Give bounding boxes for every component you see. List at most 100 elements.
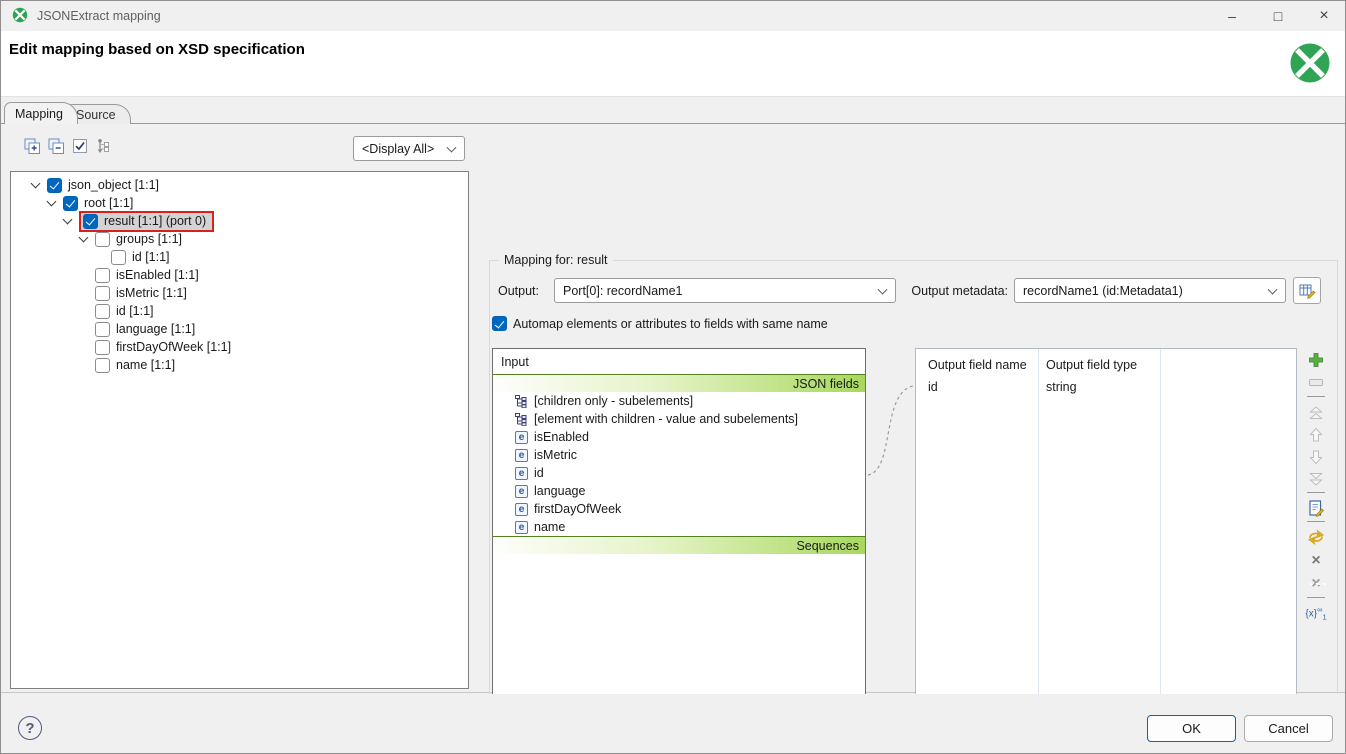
output-metadata-combobox[interactable]: recordName1 (id:Metadata1) [1014,278,1286,303]
input-item-isMetric[interactable]: e isMetric [493,446,865,464]
output-row-field-name[interactable]: id [928,380,938,394]
move-up-button[interactable] [1305,425,1327,445]
remove-field-button[interactable] [1305,373,1327,393]
tree-item-id[interactable]: id [1:1] [11,302,468,320]
chevron-down-icon[interactable] [61,214,75,228]
minimize-button[interactable]: – [1209,1,1255,31]
ok-button[interactable]: OK [1147,715,1236,742]
input-item-children-only[interactable]: [children only - subelements] [493,392,865,410]
tree-item-label[interactable]: json_object [1:1] [66,178,159,192]
arrow-up-icon [1308,427,1324,443]
tree-item-name[interactable]: name [1:1] [11,356,468,374]
output-label: Output: [498,284,539,298]
element-icon: e [515,449,528,462]
ok-button-label: OK [1182,721,1201,736]
output-metadata-value: recordName1 (id:Metadata1) [1023,284,1183,298]
input-item-isEnabled[interactable]: e isEnabled [493,428,865,446]
cancel-button[interactable]: Cancel [1244,715,1333,742]
tree-item-label[interactable]: root [1:1] [82,196,133,210]
tree-item-label[interactable]: isMetric [1:1] [114,286,187,300]
expand-all-button[interactable] [23,137,41,155]
output-port-value: Port[0]: recordName1 [563,284,683,298]
tree-checkbox-checked[interactable] [47,178,62,193]
automap-button[interactable] [1305,527,1327,547]
chevron-down-icon[interactable] [29,178,43,192]
tree-item-label[interactable]: id [1:1] [130,250,170,264]
input-item-firstDayOfWeek[interactable]: e firstDayOfWeek [493,500,865,518]
move-top-button[interactable] [1305,403,1327,423]
add-field-button[interactable] [1305,350,1327,370]
tree-item-label[interactable]: name [1:1] [114,358,175,372]
input-item-name[interactable]: e name [493,518,865,536]
tree-item-label[interactable]: groups [1:1] [114,232,182,246]
cancel-button-label: Cancel [1268,721,1308,736]
tree-item-firstDayOfWeek[interactable]: firstDayOfWeek [1:1] [11,338,468,356]
close-button[interactable]: × [1301,1,1346,31]
column-header-output-field-type: Output field type [1046,358,1137,372]
clear-mapping-button[interactable]: × [1305,551,1327,571]
sequences-section-header: Sequences [493,536,865,554]
input-item-id[interactable]: e id [493,464,865,482]
collapse-all-button[interactable] [47,137,65,155]
tree-checkbox-unchecked[interactable] [95,304,110,319]
check-elements-button[interactable] [71,137,89,155]
input-item-element-with-children[interactable]: [element with children - value and subel… [493,410,865,428]
check-elements-icon [72,138,88,154]
maximize-button[interactable]: □ [1255,1,1301,31]
maximize-icon: □ [1274,8,1282,24]
column-divider [1160,349,1161,745]
tree-item-label[interactable]: id [1:1] [114,304,154,318]
tree-checkbox-checked[interactable] [83,214,98,229]
output-fields-table[interactable]: Output field name Output field type id s… [915,348,1297,746]
tree-item-label[interactable]: language [1:1] [114,322,195,336]
tree-item-root[interactable]: root [1:1] [11,194,468,212]
input-item-label: id [534,466,544,480]
tree-checkbox-unchecked[interactable] [95,268,110,283]
mapping-tab-content: Select root: <Display All> json_object [… [1,124,1345,693]
tree-item-groups-id[interactable]: id [1:1] [11,248,468,266]
tree-item-isEnabled[interactable]: isEnabled [1:1] [11,266,468,284]
tree-checkbox-checked[interactable] [63,196,78,211]
tree-checkbox-unchecked[interactable] [111,250,126,265]
output-metadata-label: Output metadata: [888,284,1008,298]
tree-checkbox-unchecked[interactable] [95,286,110,301]
output-row-field-type[interactable]: string [1046,380,1077,394]
tab-mapping[interactable]: Mapping [4,102,78,124]
tree-item-language[interactable]: language [1:1] [11,320,468,338]
chevron-down-icon[interactable] [45,196,59,210]
tree-item-isMetric[interactable]: isMetric [1:1] [11,284,468,302]
subtree-icon [515,413,528,426]
tree-checkbox-unchecked[interactable] [95,322,110,337]
tree-checkbox-unchecked[interactable] [95,358,110,373]
move-down-button[interactable] [1305,447,1327,467]
tree-order-button[interactable] [95,137,113,155]
column-divider [1038,349,1039,745]
tree-item-label[interactable]: firstDayOfWeek [1:1] [114,340,231,354]
occurrences-button[interactable]: {x}∞1 [1305,603,1327,623]
minus-icon [1309,379,1323,387]
minimize-icon: – [1228,8,1236,24]
automap-label: Automap elements or attributes to fields… [513,317,828,331]
edit-record-button[interactable] [1305,498,1327,518]
tree-item-label-selected[interactable]: result [1:1] (port 0) [102,214,206,228]
automap-checkbox[interactable] [492,316,507,331]
jsonextract-mapping-dialog: JSONExtract mapping – □ × Edit mapping b… [0,0,1346,754]
input-item-label: isMetric [534,448,577,462]
help-button[interactable]: ? [18,716,42,740]
chevron-down-icon[interactable] [77,232,91,246]
move-bottom-button[interactable] [1305,469,1327,489]
tree-checkbox-unchecked[interactable] [95,232,110,247]
clear-all-mappings-button[interactable]: × [1305,574,1327,594]
tree-item-groups[interactable]: groups [1:1] [11,230,468,248]
tree-item-result[interactable]: result [1:1] (port 0) [11,212,468,230]
edit-metadata-button[interactable] [1293,277,1321,304]
output-port-combobox[interactable]: Port[0]: recordName1 [554,278,896,303]
select-root-combobox[interactable]: <Display All> [353,136,465,161]
tree-item-label[interactable]: isEnabled [1:1] [114,268,199,282]
tree-item-json_object[interactable]: json_object [1:1] [11,176,468,194]
xsd-tree-panel[interactable]: json_object [1:1] root [1:1] result [1:1… [10,171,469,689]
input-item-language[interactable]: e language [493,482,865,500]
tree-order-icon [96,138,112,155]
sequences-header-label: Sequences [796,539,859,553]
tree-checkbox-unchecked[interactable] [95,340,110,355]
